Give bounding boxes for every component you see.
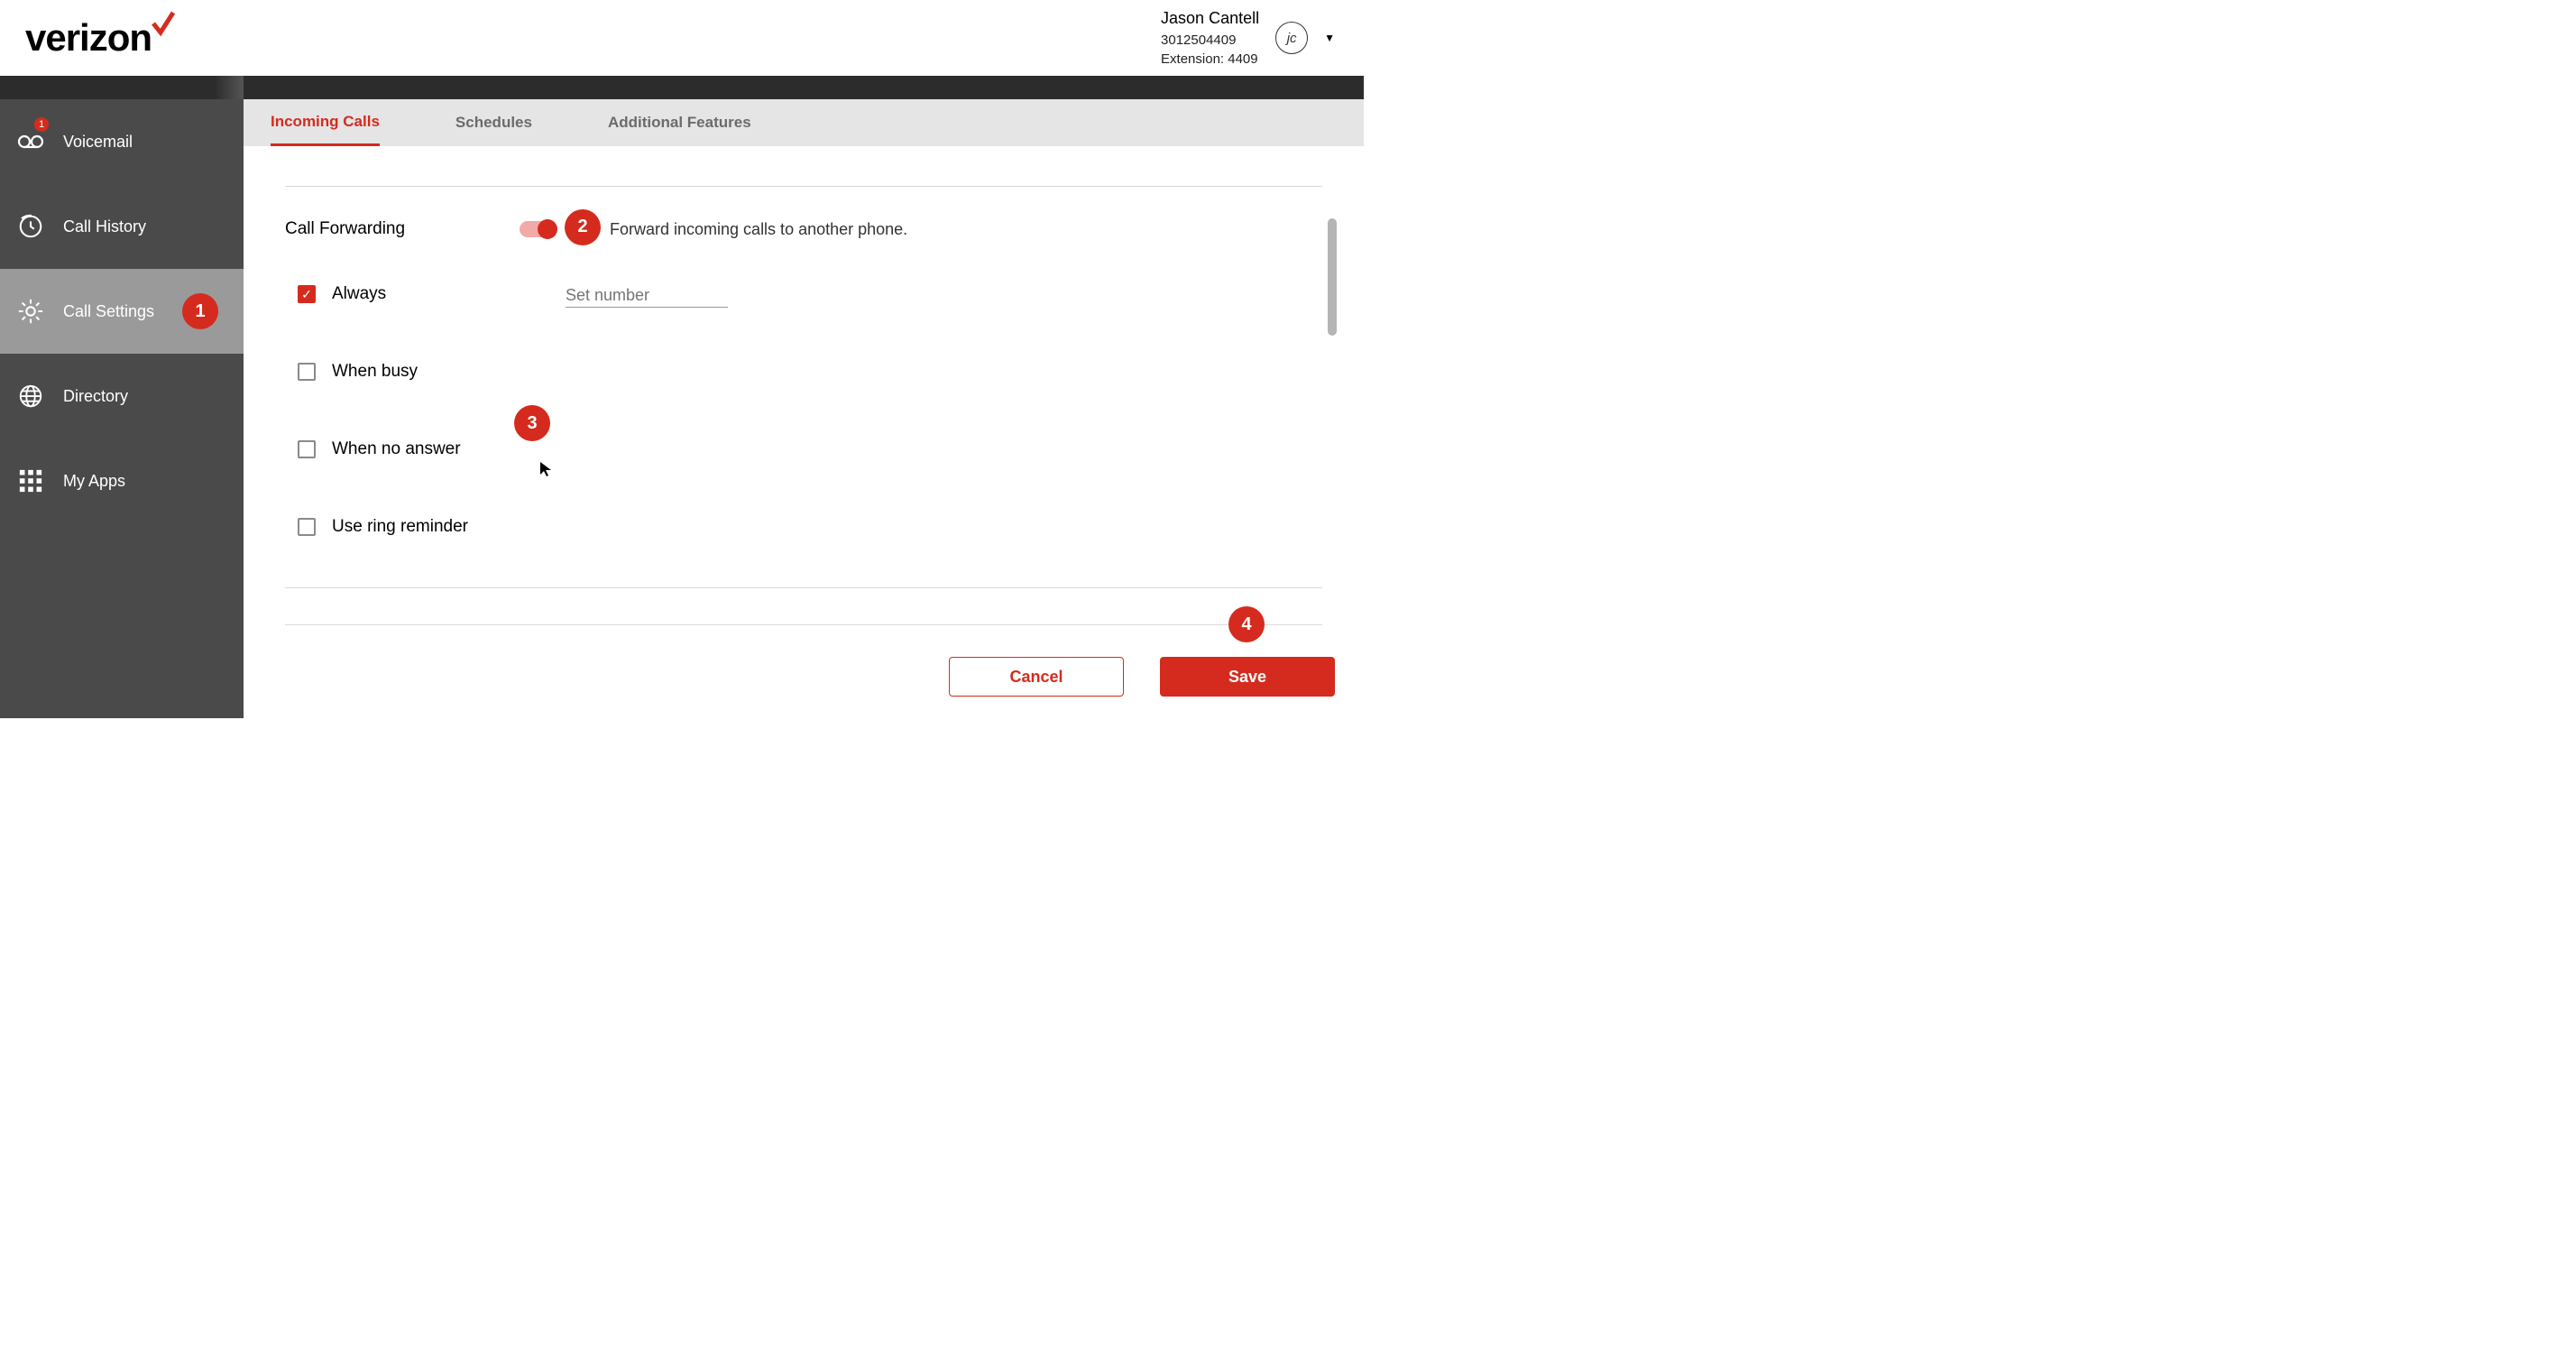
- sidebar: 1 Voicemail Call History: [0, 76, 244, 718]
- main: Incoming Calls Schedules Additional Feat…: [244, 76, 1364, 718]
- divider: [285, 624, 1322, 625]
- user-extension: Extension: 4409: [1161, 50, 1259, 69]
- user-block[interactable]: Jason Cantell 3012504409 Extension: 4409…: [1161, 7, 1335, 68]
- sidebar-item-voicemail[interactable]: 1 Voicemail: [0, 99, 244, 184]
- check-icon: ✓: [301, 288, 312, 300]
- toggle-knob: [538, 219, 557, 239]
- call-forwarding-row: Call Forwarding 2 Forward incoming calls…: [285, 219, 1322, 239]
- annotation-3: 3: [514, 405, 550, 441]
- sidebar-item-label: Directory: [63, 387, 128, 406]
- option-ring-reminder[interactable]: Use ring reminder: [298, 517, 1322, 537]
- tab-incoming-calls[interactable]: Incoming Calls: [271, 99, 380, 146]
- sidebar-item-directory[interactable]: Directory: [0, 354, 244, 438]
- chevron-down-icon[interactable]: ▼: [1324, 32, 1335, 44]
- annotation-2: 2: [565, 209, 601, 245]
- checkbox-ring-reminder[interactable]: [298, 518, 316, 536]
- sidebar-item-call-history[interactable]: Call History: [0, 184, 244, 269]
- divider: [285, 186, 1322, 187]
- tab-additional-features[interactable]: Additional Features: [608, 99, 751, 146]
- tab-schedules[interactable]: Schedules: [455, 99, 532, 146]
- content: Call Forwarding 2 Forward incoming calls…: [244, 146, 1364, 718]
- logo-text: verizon: [25, 16, 152, 60]
- cursor-icon: [539, 461, 552, 480]
- option-label: When busy: [332, 362, 418, 382]
- topbar: verizon Jason Cantell 3012504409 Extensi…: [0, 0, 1364, 76]
- footer-buttons: Cancel Save: [949, 657, 1335, 697]
- call-forwarding-toggle[interactable]: [520, 221, 556, 237]
- divider: [285, 587, 1322, 588]
- verizon-check-icon: [150, 11, 177, 42]
- checkbox-when-no-answer[interactable]: [298, 440, 316, 458]
- verizon-logo: verizon: [25, 16, 177, 60]
- user-name: Jason Cantell: [1161, 7, 1259, 30]
- option-when-no-answer[interactable]: When no answer: [298, 439, 1322, 459]
- call-history-icon: [16, 212, 45, 241]
- globe-icon: [16, 382, 45, 411]
- annotation-4: 4: [1228, 606, 1265, 642]
- option-label: Always: [332, 284, 386, 304]
- tabs: Incoming Calls Schedules Additional Feat…: [244, 99, 1364, 146]
- save-button[interactable]: Save: [1160, 657, 1335, 697]
- sidebar-item-label: Call History: [63, 217, 146, 236]
- sidebar-item-label: Voicemail: [63, 133, 133, 152]
- avatar[interactable]: jc: [1275, 22, 1308, 54]
- checkbox-always[interactable]: ✓: [298, 285, 316, 303]
- gear-icon: [16, 297, 45, 326]
- user-info: Jason Cantell 3012504409 Extension: 4409: [1161, 7, 1259, 68]
- apps-grid-icon: [16, 466, 45, 495]
- section-title: Call Forwarding: [285, 219, 456, 239]
- scrollbar[interactable]: [1328, 218, 1337, 336]
- cancel-button[interactable]: Cancel: [949, 657, 1124, 697]
- option-always[interactable]: ✓ Always: [298, 284, 1322, 304]
- user-id: 3012504409: [1161, 31, 1259, 50]
- checkbox-when-busy[interactable]: [298, 363, 316, 381]
- section-description: Forward incoming calls to another phone.: [610, 220, 907, 239]
- sidebar-item-call-settings[interactable]: Call Settings 1: [0, 269, 244, 354]
- option-label: Use ring reminder: [332, 517, 468, 537]
- sidebar-item-my-apps[interactable]: My Apps: [0, 438, 244, 523]
- option-label: When no answer: [332, 439, 461, 459]
- annotation-1: 1: [182, 293, 218, 329]
- voicemail-badge: 1: [34, 117, 49, 132]
- sidebar-item-label: My Apps: [63, 472, 125, 491]
- set-number-input[interactable]: [566, 284, 728, 308]
- option-when-busy[interactable]: When busy: [298, 362, 1322, 382]
- sidebar-item-label: Call Settings: [63, 302, 154, 321]
- forwarding-options: ✓ Always When busy When no answer: [298, 284, 1322, 537]
- main-top-strip: [244, 76, 1364, 99]
